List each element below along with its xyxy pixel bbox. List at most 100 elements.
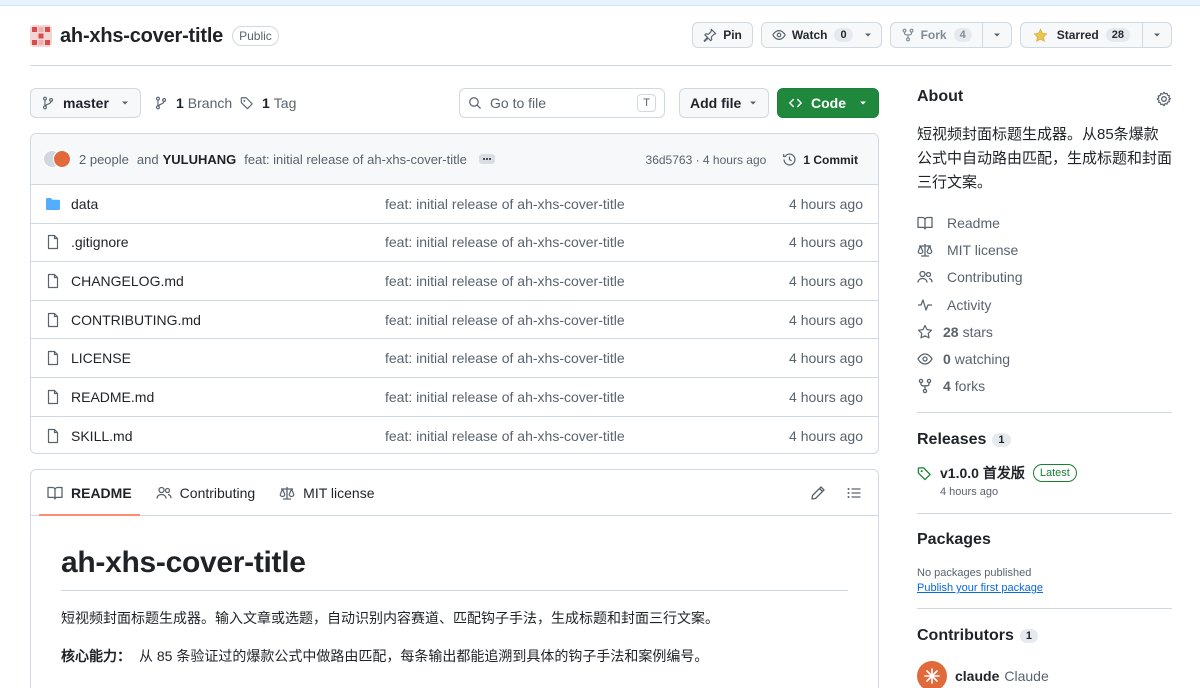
branches-link[interactable]: 1 Branch <box>154 88 232 118</box>
file-row[interactable]: data feat: initial release of ah-xhs-cov… <box>31 185 878 224</box>
repo-name-link[interactable]: ah-xhs-cover-title <box>60 25 223 48</box>
about-link-label: forks <box>954 378 986 395</box>
pencil-icon[interactable] <box>810 485 826 501</box>
star-dropdown[interactable] <box>1142 23 1171 47</box>
stars-link[interactable]: 28 stars <box>917 318 1172 345</box>
file-age: 4 hours ago <box>789 350 863 367</box>
tab-contributing[interactable]: Contributing <box>148 470 264 515</box>
releases-heading[interactable]: Releases 1 <box>917 431 1172 449</box>
fork-label: Fork <box>920 28 947 42</box>
commits-history-link[interactable]: 1 Commit <box>782 152 858 167</box>
commits-label: 1 Commit <box>803 152 858 167</box>
file-row[interactable]: SKILL.md feat: initial release of ah-xhs… <box>31 417 878 453</box>
about-link-label: Contributing <box>947 269 1023 286</box>
tag-count: 1 <box>262 95 270 111</box>
code-button[interactable]: Code <box>777 88 879 118</box>
packages-heading[interactable]: Packages <box>917 531 1172 549</box>
pin-label: Pin <box>723 28 742 42</box>
watch-dropdown[interactable] <box>863 23 881 47</box>
file-commit-message-link[interactable]: feat: initial release of ah-xhs-cover-ti… <box>385 428 625 444</box>
list-unordered-icon[interactable] <box>846 485 862 501</box>
tag-icon <box>240 96 254 110</box>
commit-avatars[interactable] <box>43 150 71 168</box>
contributing-link[interactable]: Contributing <box>917 264 1172 291</box>
file-age: 4 hours ago <box>789 388 863 405</box>
file-commit-message-link[interactable]: feat: initial release of ah-xhs-cover-ti… <box>385 389 625 405</box>
file-name-link[interactable]: .gitignore <box>71 234 129 250</box>
tab-license[interactable]: MIT license <box>271 470 382 515</box>
go-to-file-input[interactable]: Go to file T <box>459 88 665 118</box>
star-counter: 28 <box>1105 28 1130 42</box>
file-commit-message-link[interactable]: feat: initial release of ah-xhs-cover-ti… <box>385 234 625 250</box>
file-age: 4 hours ago <box>789 427 863 444</box>
readme-tabs: README Contributing MIT license <box>31 470 878 516</box>
tab-readme[interactable]: README <box>39 470 140 516</box>
gear-icon[interactable] <box>1156 91 1172 107</box>
pin-button[interactable]: Pin <box>692 22 753 48</box>
file-icon <box>45 273 61 289</box>
readme-core-paragraph: 核心能力： 从 85 条验证过的爆款公式中做路由匹配，每条输出都能追溯到具体的钩子… <box>61 645 848 667</box>
about-link-label: MIT license <box>947 241 1019 258</box>
watchers-link[interactable]: 0 watching <box>917 345 1172 372</box>
no-packages-text: No packages published <box>917 567 1032 580</box>
repo-header: ah-xhs-cover-title Public <box>30 20 279 52</box>
commit-hash-link[interactable]: 36d5763 <box>646 153 693 167</box>
star-button[interactable]: Starred 28 <box>1019 22 1172 48</box>
eye-icon <box>917 352 933 366</box>
file-row[interactable]: .gitignore feat: initial release of ah-x… <box>31 224 878 263</box>
about-link-label: watching <box>954 351 1011 368</box>
avatar <box>917 661 947 688</box>
forks-link[interactable]: 4 forks <box>917 373 1172 400</box>
file-name-link[interactable]: LICENSE <box>71 350 131 366</box>
repo-owner-avatar[interactable] <box>30 25 52 47</box>
commit-people-link[interactable]: 2 people <box>79 152 129 167</box>
contributor-login: claude <box>955 668 1000 685</box>
tags-link[interactable]: 1 Tag <box>240 88 296 118</box>
release-age: 4 hours ago <box>940 486 999 499</box>
file-commit-message-link[interactable]: feat: initial release of ah-xhs-cover-ti… <box>385 273 625 289</box>
activity-link[interactable]: Activity <box>917 291 1172 318</box>
branch-select-button[interactable]: master <box>30 88 141 118</box>
commit-message-link[interactable]: feat: initial release of ah-xhs-cover-ti… <box>244 152 467 167</box>
add-file-button[interactable]: Add file <box>679 88 769 118</box>
readme-link[interactable]: Readme <box>917 209 1172 236</box>
watch-button[interactable]: Watch 0 <box>760 22 882 48</box>
file-name-link[interactable]: data <box>71 196 98 212</box>
book-icon <box>47 486 63 500</box>
file-row[interactable]: README.md feat: initial release of ah-xh… <box>31 378 878 417</box>
commit-author-link[interactable]: YULUHANG <box>163 152 237 167</box>
branch-label: Branch <box>187 95 233 111</box>
branch-name: master <box>63 95 109 111</box>
file-commit-message-link[interactable]: feat: initial release of ah-xhs-cover-ti… <box>385 196 625 212</box>
fork-dropdown[interactable] <box>981 23 1011 47</box>
file-age: 4 hours ago <box>789 234 863 251</box>
triangle-down-icon <box>858 98 868 108</box>
file-row[interactable]: LICENSE feat: initial release of ah-xhs-… <box>31 339 878 378</box>
file-age: 4 hours ago <box>789 195 863 212</box>
file-name-link[interactable]: CHANGELOG.md <box>71 273 184 289</box>
about-link-count: 0 <box>943 351 951 368</box>
fork-button[interactable]: Fork 4 <box>889 22 1012 48</box>
publish-package-link[interactable]: Publish your first package <box>917 582 1172 594</box>
packages-section: Packages No packages published Publish y… <box>917 514 1172 594</box>
file-row[interactable]: CONTRIBUTING.md feat: initial release of… <box>31 301 878 340</box>
file-icon <box>45 428 61 444</box>
go-to-file-shortcut: T <box>637 94 656 112</box>
file-name-link[interactable]: README.md <box>71 389 154 405</box>
file-icon <box>45 389 61 405</box>
repo-sidebar: About 短视频封面标题生成器。从85条爆款公式中自动路由匹配，生成标题和封面… <box>917 88 1172 688</box>
contributor-item[interactable]: claude Claude <box>917 661 1172 688</box>
contributor-name: Claude <box>1004 668 1049 685</box>
file-name-link[interactable]: CONTRIBUTING.md <box>71 312 201 328</box>
file-name-link[interactable]: SKILL.md <box>71 428 132 444</box>
ellipsis-icon[interactable] <box>478 154 495 164</box>
people-icon <box>917 270 933 284</box>
release-name: v1.0.0 首发版 <box>940 465 1025 482</box>
file-commit-message-link[interactable]: feat: initial release of ah-xhs-cover-ti… <box>385 350 625 366</box>
file-row[interactable]: CHANGELOG.md feat: initial release of ah… <box>31 262 878 301</box>
contributors-heading[interactable]: Contributors 1 <box>917 627 1172 645</box>
latest-release-link[interactable]: v1.0.0 首发版 Latest <box>917 463 1172 483</box>
license-link[interactable]: MIT license <box>917 236 1172 263</box>
file-commit-message-link[interactable]: feat: initial release of ah-xhs-cover-ti… <box>385 312 625 328</box>
repo-actions: Pin Watch 0 Fork 4 Starred 28 <box>692 22 1172 48</box>
